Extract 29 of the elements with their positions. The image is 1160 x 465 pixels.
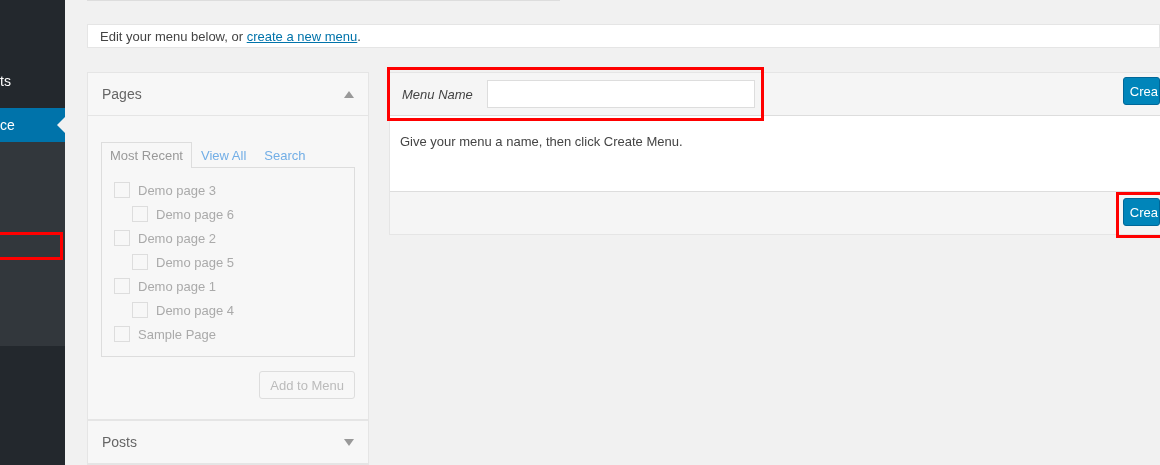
page-label: Sample Page: [138, 326, 217, 342]
panel-tab[interactable]: Search: [255, 142, 315, 168]
expand-arrow-icon[interactable]: [344, 438, 354, 446]
checkbox[interactable]: [114, 182, 130, 198]
instructions-text: Give your menu a name, then click Create Menu.: [390, 116, 1160, 192]
create-menu-button[interactable]: Crea: [1122, 77, 1160, 105]
pages-panel-header[interactable]: Pages: [88, 73, 368, 116]
checkbox[interactable]: [114, 278, 130, 294]
panel-tab[interactable]: Most Recent: [101, 142, 192, 168]
notice-text: Edit your menu below, or create a new menu.: [87, 24, 1160, 48]
checkbox[interactable]: [132, 302, 148, 318]
menu-name-label: Menu Name: [402, 86, 473, 102]
posts-panel-header[interactable]: Posts: [88, 421, 368, 464]
checkbox[interactable]: [132, 206, 148, 222]
page-label: Demo page 5: [156, 254, 235, 270]
page-label: Demo page 2: [138, 230, 217, 246]
page-label: Demo page 4: [156, 302, 235, 318]
page-label: Demo page 6: [156, 206, 235, 222]
checkbox[interactable]: [132, 254, 148, 270]
checkbox[interactable]: [114, 326, 130, 342]
page-label: Demo page 1: [138, 278, 217, 294]
page-label: Demo page 3: [138, 182, 217, 198]
checkbox[interactable]: [114, 230, 130, 246]
sidebar-item[interactable]: ce: [0, 108, 65, 142]
sidebar-item[interactable]: ts: [0, 68, 65, 94]
collapse-arrow-icon[interactable]: [344, 90, 354, 98]
create-menu-button[interactable]: Crea: [1122, 198, 1160, 226]
menu-name-field[interactable]: [486, 80, 755, 108]
panel-tab[interactable]: View All: [192, 142, 256, 168]
